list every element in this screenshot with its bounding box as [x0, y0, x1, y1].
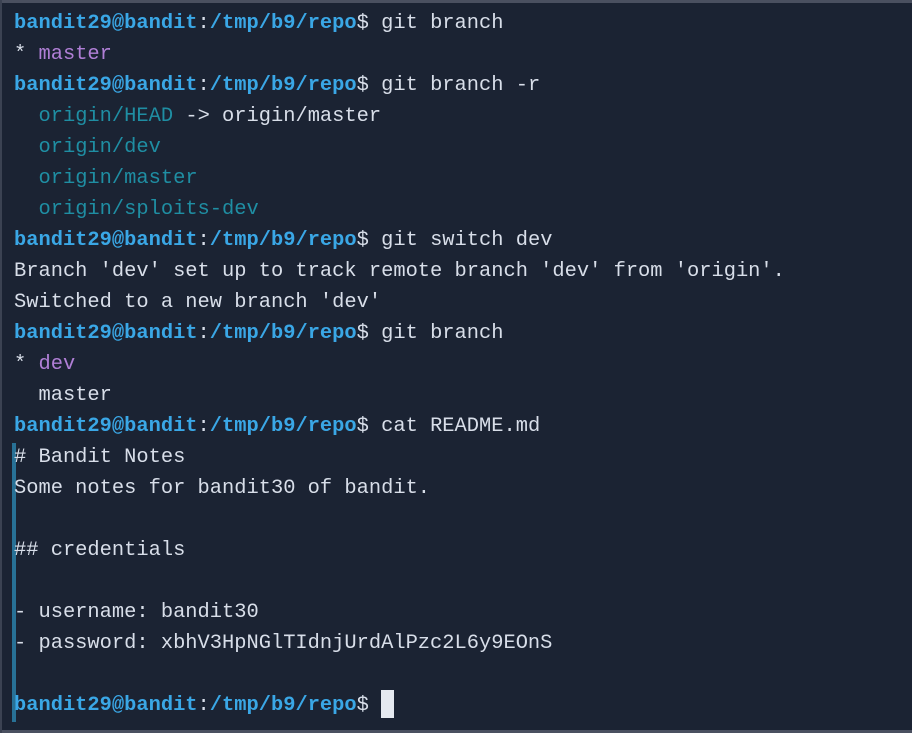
- text-cursor[interactable]: [381, 689, 395, 718]
- output-line: origin/dev: [14, 132, 785, 163]
- output-prefix: *: [14, 43, 39, 66]
- command-text: git branch -r: [381, 74, 541, 97]
- output-text: origin/sploits-dev: [38, 198, 259, 221]
- output-line: Switched to a new branch 'dev': [14, 287, 785, 318]
- output-prefix: [14, 384, 38, 407]
- output-suffix: -> origin/master: [173, 105, 382, 128]
- output-line: # Bandit Notes: [14, 442, 785, 473]
- output-line: [14, 659, 785, 690]
- command-line: bandit29@bandit:/tmp/b9/repo$ git branch: [14, 8, 785, 39]
- command-text: git branch: [381, 322, 504, 345]
- window-top-border: [2, 0, 912, 3]
- prompt-separator: :: [197, 12, 210, 35]
- prompt-user: bandit29@bandit: [14, 694, 198, 717]
- prompt-symbol: $: [356, 322, 382, 345]
- output-line: Branch 'dev' set up to track remote bran…: [14, 256, 785, 287]
- output-prefix: [14, 136, 38, 159]
- output-text: - username: bandit30: [14, 601, 259, 624]
- prompt-user: bandit29@bandit: [14, 12, 198, 35]
- prompt-symbol: $: [356, 229, 382, 252]
- prompt-separator: :: [197, 322, 210, 345]
- prompt-separator: :: [197, 415, 210, 438]
- output-text: - password: xbhV3HpNGlTIdnjUrdAlPzc2L6y9…: [14, 632, 553, 655]
- prompt-path: /tmp/b9/repo: [209, 694, 357, 717]
- prompt-user: bandit29@bandit: [14, 322, 198, 345]
- prompt-path: /tmp/b9/repo: [209, 74, 357, 97]
- command-line: bandit29@bandit:/tmp/b9/repo$ git branch: [14, 318, 785, 349]
- command-text: git switch dev: [381, 229, 553, 252]
- output-text: Branch 'dev' set up to track remote bran…: [14, 260, 785, 283]
- terminal-output: bandit29@bandit:/tmp/b9/repo$ git branch…: [14, 8, 785, 721]
- active-prompt-line: bandit29@bandit:/tmp/b9/repo$: [14, 689, 785, 721]
- command-line: bandit29@bandit:/tmp/b9/repo$ git branch…: [14, 70, 785, 101]
- terminal-window[interactable]: bandit29@bandit:/tmp/b9/repo$ git branch…: [0, 0, 912, 733]
- output-line: origin/HEAD -> origin/master: [14, 101, 785, 132]
- output-line: Some notes for bandit30 of bandit.: [14, 473, 785, 504]
- output-text: dev: [38, 353, 76, 376]
- prompt-path: /tmp/b9/repo: [209, 415, 357, 438]
- output-line: [14, 504, 785, 535]
- output-line: - username: bandit30: [14, 597, 785, 628]
- command-text: git branch: [381, 12, 504, 35]
- output-text: # Bandit Notes: [14, 446, 186, 469]
- command-line: bandit29@bandit:/tmp/b9/repo$ git switch…: [14, 225, 785, 256]
- output-text: Switched to a new branch 'dev': [14, 291, 382, 314]
- output-line: - password: xbhV3HpNGlTIdnjUrdAlPzc2L6y9…: [14, 628, 785, 659]
- output-prefix: [14, 198, 38, 221]
- output-text: master: [38, 384, 112, 407]
- prompt-path: /tmp/b9/repo: [209, 229, 357, 252]
- output-text: origin/HEAD: [38, 105, 174, 128]
- output-text: master: [38, 43, 112, 66]
- prompt-separator: :: [197, 694, 210, 717]
- prompt-symbol: $: [356, 74, 382, 97]
- output-line: [14, 566, 785, 597]
- prompt-symbol: $: [356, 694, 382, 717]
- output-line: * master: [14, 39, 785, 70]
- output-line: origin/sploits-dev: [14, 194, 785, 225]
- command-line: bandit29@bandit:/tmp/b9/repo$ cat README…: [14, 411, 785, 442]
- prompt-separator: :: [197, 229, 210, 252]
- output-text: origin/master: [38, 167, 198, 190]
- output-line: origin/master: [14, 163, 785, 194]
- command-text: cat README.md: [381, 415, 541, 438]
- prompt-symbol: $: [356, 415, 382, 438]
- output-prefix: [14, 105, 38, 128]
- prompt-separator: :: [197, 74, 210, 97]
- output-line: ## credentials: [14, 535, 785, 566]
- output-line: master: [14, 380, 785, 411]
- prompt-user: bandit29@bandit: [14, 229, 198, 252]
- output-prefix: [14, 167, 38, 190]
- output-text: Some notes for bandit30 of bandit.: [14, 477, 431, 500]
- prompt-symbol: $: [356, 12, 382, 35]
- prompt-path: /tmp/b9/repo: [209, 12, 357, 35]
- output-prefix: *: [14, 353, 39, 376]
- output-text: ## credentials: [14, 539, 186, 562]
- output-line: * dev: [14, 349, 785, 380]
- prompt-user: bandit29@bandit: [14, 415, 198, 438]
- prompt-user: bandit29@bandit: [14, 74, 198, 97]
- output-text: origin/dev: [38, 136, 161, 159]
- prompt-path: /tmp/b9/repo: [209, 322, 357, 345]
